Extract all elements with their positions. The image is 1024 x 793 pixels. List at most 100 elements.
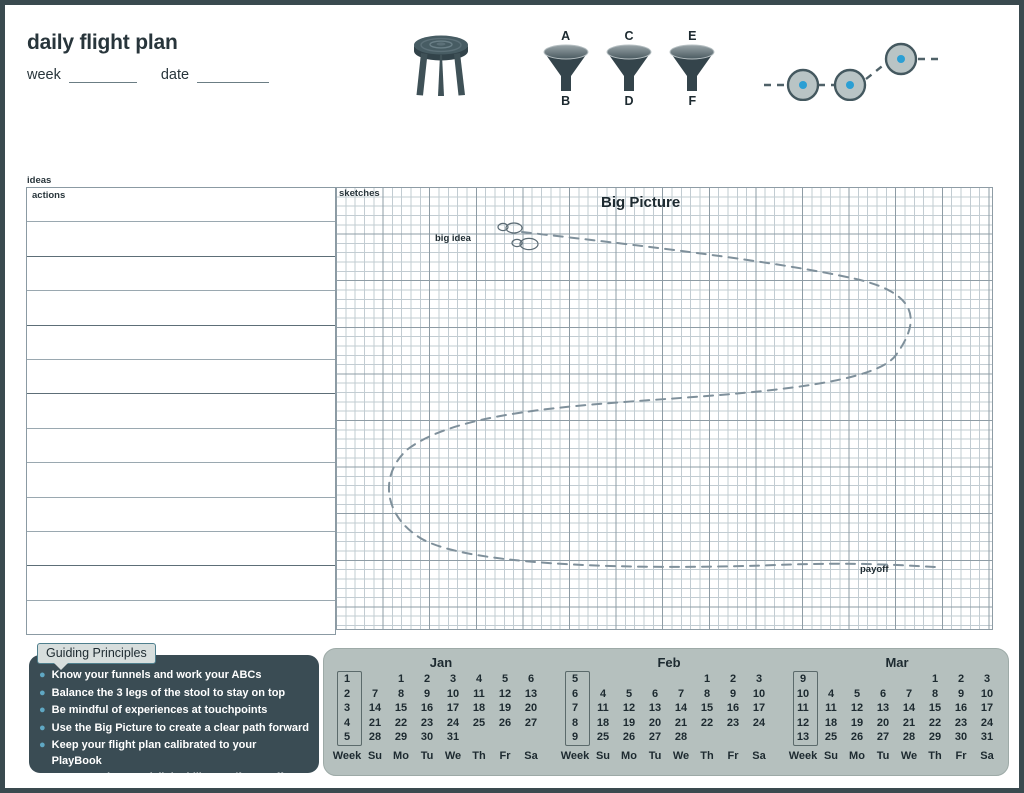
table-row[interactable]: actions	[27, 188, 335, 223]
calendar-day[interactable]: 22	[922, 716, 948, 731]
calendar-day[interactable]: 5	[844, 687, 870, 702]
calendar-day[interactable]: 24	[974, 716, 1000, 731]
calendar-day[interactable]: 8	[922, 687, 948, 702]
calendar-day[interactable]: 15	[922, 701, 948, 716]
calendar-day[interactable]: 30	[414, 730, 440, 745]
calendar-day[interactable]: 26	[616, 730, 642, 745]
calendar-day[interactable]: 5	[616, 687, 642, 702]
calendar-day[interactable]: 9	[414, 687, 440, 702]
calendar-day[interactable]: 7	[896, 687, 922, 702]
calendar-day[interactable]	[746, 730, 772, 745]
table-row[interactable]	[27, 257, 335, 292]
calendar-day[interactable]: 19	[844, 716, 870, 731]
calendar-day[interactable]: 17	[974, 701, 1000, 716]
calendar-day[interactable]: 19	[616, 716, 642, 731]
calendar-day[interactable]	[362, 672, 388, 687]
calendar-day[interactable]: 18	[590, 716, 616, 731]
calendar-day[interactable]: 20	[642, 716, 668, 731]
table-row[interactable]	[27, 394, 335, 429]
calendar-day[interactable]: 16	[720, 701, 746, 716]
calendar-day[interactable]: 14	[362, 701, 388, 716]
calendar-day[interactable]	[818, 672, 844, 687]
calendar-day[interactable]	[492, 730, 518, 745]
calendar-day[interactable]: 1	[388, 672, 414, 687]
calendar-day[interactable]: 23	[414, 716, 440, 731]
calendar-day[interactable]: 9	[720, 687, 746, 702]
calendar-day[interactable]	[720, 730, 746, 745]
calendar-day[interactable]: 1	[694, 672, 720, 687]
calendar-day[interactable]: 11	[590, 701, 616, 716]
table-row[interactable]	[27, 498, 335, 532]
calendar-day[interactable]: 10	[746, 687, 772, 702]
table-row[interactable]	[27, 291, 335, 326]
calendar-day[interactable]: 6	[518, 672, 544, 687]
calendar-day[interactable]: 17	[746, 701, 772, 716]
calendar-day[interactable]: 2	[948, 672, 974, 687]
date-input[interactable]	[197, 70, 270, 83]
calendar-day[interactable]: 8	[388, 687, 414, 702]
calendar-day[interactable]: 12	[616, 701, 642, 716]
table-row[interactable]	[27, 429, 335, 464]
table-row[interactable]	[27, 222, 335, 257]
calendar-day[interactable]	[694, 730, 720, 745]
calendar-day[interactable]: 31	[440, 730, 466, 745]
calendar-day[interactable]: 6	[642, 687, 668, 702]
calendar-day[interactable]: 26	[844, 730, 870, 745]
calendar-day[interactable]: 6	[870, 687, 896, 702]
calendar-day[interactable]: 1	[922, 672, 948, 687]
calendar-day[interactable]: 21	[668, 716, 694, 731]
calendar-day[interactable]: 4	[818, 687, 844, 702]
calendar-day[interactable]: 20	[518, 701, 544, 716]
calendar-day[interactable]: 16	[414, 701, 440, 716]
table-row[interactable]	[27, 566, 335, 601]
big-picture-grid[interactable]: sketches Big Picture big idea payoff	[336, 187, 993, 630]
calendar-day[interactable]	[518, 730, 544, 745]
calendar-day[interactable]: 30	[948, 730, 974, 745]
calendar-day[interactable]: 2	[720, 672, 746, 687]
calendar-day[interactable]: 10	[440, 687, 466, 702]
calendar-day[interactable]: 3	[440, 672, 466, 687]
calendar-day[interactable]: 10	[974, 687, 1000, 702]
calendar-day[interactable]	[668, 672, 694, 687]
calendar-day[interactable]: 19	[492, 701, 518, 716]
calendar-day[interactable]: 31	[974, 730, 1000, 745]
calendar-day[interactable]: 14	[896, 701, 922, 716]
calendar-day[interactable]: 7	[362, 687, 388, 702]
calendar-day[interactable]: 7	[668, 687, 694, 702]
calendar-day[interactable]: 28	[896, 730, 922, 745]
calendar-day[interactable]: 4	[590, 687, 616, 702]
calendar-day[interactable]: 25	[466, 716, 492, 731]
calendar-day[interactable]: 8	[694, 687, 720, 702]
calendar-day[interactable]: 27	[870, 730, 896, 745]
calendar-day[interactable]: 26	[492, 716, 518, 731]
calendar-day[interactable]: 9	[948, 687, 974, 702]
calendar-day[interactable]: 23	[948, 716, 974, 731]
calendar-day[interactable]: 12	[492, 687, 518, 702]
calendar-day[interactable]: 28	[362, 730, 388, 745]
calendar-day[interactable]	[844, 672, 870, 687]
calendar-day[interactable]: 11	[466, 687, 492, 702]
calendar-day[interactable]	[896, 672, 922, 687]
calendar-day[interactable]: 4	[466, 672, 492, 687]
calendar-day[interactable]: 23	[720, 716, 746, 731]
calendar-day[interactable]: 18	[466, 701, 492, 716]
calendar-day[interactable]	[466, 730, 492, 745]
calendar-day[interactable]: 24	[746, 716, 772, 731]
calendar-day[interactable]: 24	[440, 716, 466, 731]
calendar-day[interactable]: 22	[388, 716, 414, 731]
calendar-day[interactable]	[870, 672, 896, 687]
table-row[interactable]	[27, 601, 335, 634]
calendar-day[interactable]: 20	[870, 716, 896, 731]
calendar-day[interactable]: 29	[922, 730, 948, 745]
calendar-day[interactable]: 13	[642, 701, 668, 716]
calendar-day[interactable]: 21	[362, 716, 388, 731]
table-row[interactable]	[27, 532, 335, 567]
calendar-day[interactable]: 3	[746, 672, 772, 687]
actions-table[interactable]: actions	[26, 187, 336, 635]
table-row[interactable]	[27, 326, 335, 360]
calendar-day[interactable]: 16	[948, 701, 974, 716]
table-row[interactable]	[27, 463, 335, 498]
calendar-day[interactable]: 12	[844, 701, 870, 716]
calendar-day[interactable]: 21	[896, 716, 922, 731]
calendar-day[interactable]: 27	[518, 716, 544, 731]
